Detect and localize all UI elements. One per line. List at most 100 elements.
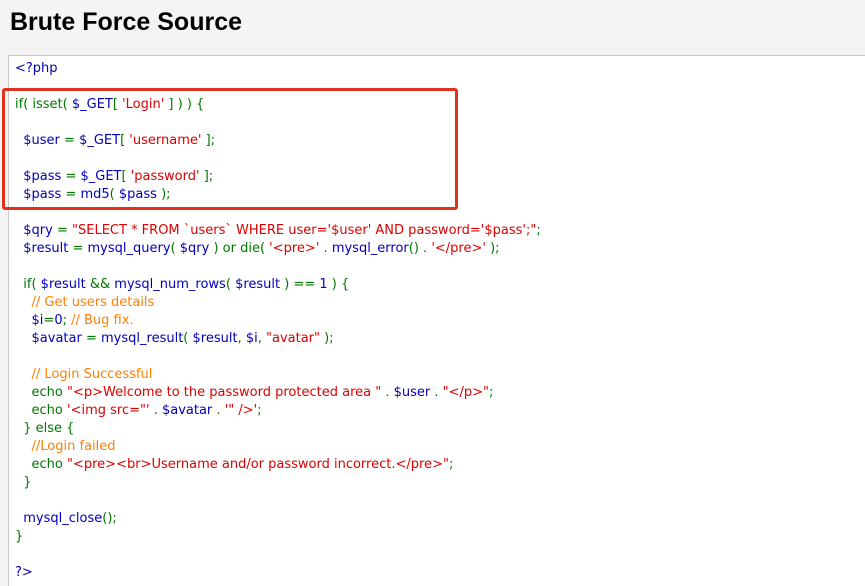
code-line: ?>: [15, 564, 33, 582]
code-token: [: [120, 133, 130, 148]
code-token: "avatar": [266, 331, 320, 346]
code-token: ];: [201, 133, 216, 148]
code-token: $i: [31, 313, 44, 328]
code-token: ?>: [15, 565, 33, 580]
code-token: (: [170, 241, 180, 256]
code-token: $user: [393, 385, 431, 400]
code-token: ];: [199, 169, 214, 184]
code-token: // Get users details: [31, 295, 155, 310]
code-token: [: [121, 169, 131, 184]
code-line: $result = mysql_query( $qry ) or die( '<…: [15, 240, 500, 258]
code-token: md5: [80, 187, 110, 202]
code-token: <?php: [15, 61, 58, 76]
code-line: $i=0; // Bug fix.: [15, 312, 134, 330]
code-token: .: [319, 241, 332, 256]
code-token: mysql_result: [101, 331, 184, 346]
code-line: <?php: [15, 60, 58, 78]
code-token: (: [183, 331, 193, 346]
code-line: if( $result && mysql_num_rows( $result )…: [15, 276, 349, 294]
code-token: 0: [54, 313, 63, 328]
code-line: mysql_close();: [15, 510, 117, 528]
code-token: // Login Successful: [31, 367, 153, 382]
code-token: }: [15, 475, 32, 490]
code-token: $result: [192, 331, 238, 346]
code-line: } else {: [15, 420, 74, 438]
code-token: ,: [237, 331, 246, 346]
code-line: }: [15, 528, 23, 546]
code-token: echo: [15, 403, 67, 418]
code-token: ) ==: [280, 277, 320, 292]
code-token: '<img src="': [67, 403, 150, 418]
code-token: '<pre>': [269, 241, 320, 256]
code-token: $user: [23, 133, 60, 148]
code-token: );: [320, 331, 334, 346]
code-token: ] ) ) {: [164, 97, 205, 112]
code-token: .: [430, 385, 443, 400]
code-token: ;: [536, 223, 541, 238]
page-title: Brute Force Source: [10, 8, 243, 36]
code-line: echo "<pre><br>Username and/or password …: [15, 456, 454, 474]
code-token: echo: [15, 385, 67, 400]
code-token: $_GET: [80, 169, 122, 184]
code-token: "<p>Welcome to the password protected ar…: [67, 385, 382, 400]
code-token: =: [68, 241, 88, 256]
code-token: }: [15, 529, 24, 544]
code-token: $avatar: [161, 403, 213, 418]
code-token: '" />': [224, 403, 258, 418]
code-token: ) or die(: [209, 241, 270, 256]
code-token: $_GET: [79, 133, 121, 148]
code-token: );: [156, 187, 171, 202]
code-token: mysql_error: [331, 241, 409, 256]
code-token: $_GET: [71, 97, 113, 112]
code-token: echo: [15, 457, 67, 472]
code-token: } else {: [15, 421, 75, 436]
code-token: =: [59, 133, 80, 148]
code-token: =: [81, 331, 102, 346]
code-token: =: [43, 313, 55, 328]
code-token: if(: [15, 277, 41, 292]
code-token: 'username': [129, 133, 202, 148]
code-token: // Bug fix.: [71, 313, 134, 328]
code-token: '</pre>': [431, 241, 486, 256]
code-token: () .: [408, 241, 432, 256]
code-line: $qry = "SELECT * FROM `users` WHERE user…: [15, 222, 541, 240]
code-token: $pass: [23, 169, 62, 184]
page: Brute Force Source <?php if( isset( $_GET…: [0, 0, 865, 586]
code-token: ;: [489, 385, 494, 400]
source-code-panel: <?php if( isset( $_GET[ 'Login' ] ) ) { $…: [8, 55, 865, 586]
code-token: .: [212, 403, 225, 418]
code-token: .: [149, 403, 162, 418]
code-token: "<pre><br>Username and/or password incor…: [67, 457, 449, 472]
code-line: }: [15, 474, 32, 492]
code-token: $qry: [23, 223, 53, 238]
code-token: $result: [40, 277, 86, 292]
code-token: mysql_query: [87, 241, 171, 256]
code-token: $avatar: [31, 331, 82, 346]
code-token: 'Login': [122, 97, 165, 112]
code-token: mysql_num_rows: [114, 277, 226, 292]
code-token: (: [109, 187, 119, 202]
code-line: //Login failed: [15, 438, 116, 456]
code-token: .: [381, 385, 394, 400]
code-token: ;: [257, 403, 262, 418]
code-token: $result: [235, 277, 281, 292]
code-token: =: [52, 223, 72, 238]
code-token: (: [225, 277, 236, 292]
code-token: ) {: [327, 277, 350, 292]
code-token: $i: [245, 331, 258, 346]
code-token: ;: [62, 313, 72, 328]
code-line: $pass = $_GET[ 'password' ];: [15, 168, 213, 186]
code-token: =: [61, 169, 81, 184]
code-token: );: [485, 241, 500, 256]
code-token: ();: [102, 511, 117, 526]
code-token: if( isset(: [15, 97, 72, 112]
code-token: $qry: [179, 241, 210, 256]
code-token: ;: [448, 457, 454, 472]
code-line: echo "<p>Welcome to the password protect…: [15, 384, 494, 402]
code-token: "</p>": [442, 385, 490, 400]
code-token: "SELECT * FROM `users` WHERE user='$user…: [72, 223, 537, 238]
code-line: // Login Successful: [15, 366, 153, 384]
